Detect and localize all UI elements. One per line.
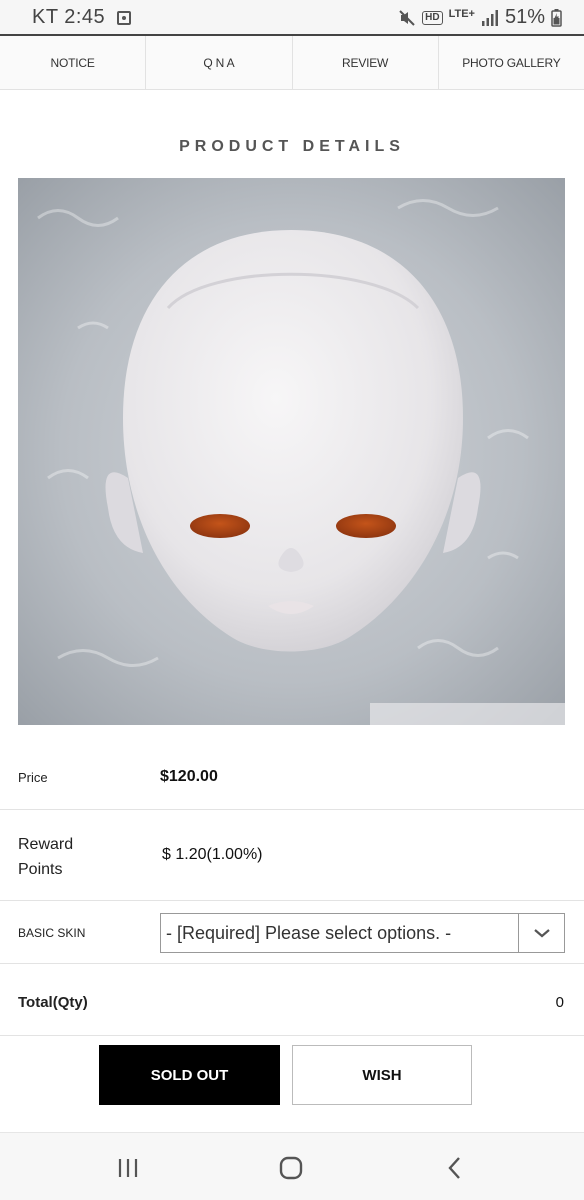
- product-tabs: NOTICE Q N A REVIEW PHOTO GALLERY: [0, 36, 584, 90]
- price-label: Price: [18, 770, 48, 785]
- tab-review[interactable]: REVIEW: [293, 36, 439, 89]
- mute-icon: [398, 9, 416, 27]
- reward-points-row: Reward Points $ 1.20(1.00%): [0, 810, 584, 901]
- status-left: KT 2:45: [32, 6, 132, 29]
- home-icon[interactable]: [276, 1153, 306, 1183]
- option-selected-value: - [Required] Please select options. -: [166, 922, 452, 943]
- hd-icon: HD: [422, 10, 443, 25]
- back-icon[interactable]: [440, 1153, 470, 1183]
- option-select[interactable]: - [Required] Please select options. -: [160, 913, 565, 953]
- total-value: 0: [555, 994, 564, 1011]
- product-image: [18, 178, 565, 725]
- signal-icon: [481, 9, 499, 26]
- price-value: $120.00: [160, 768, 218, 785]
- total-row: Total(Qty) 0: [0, 964, 584, 1036]
- lte-icon: LTE+: [448, 7, 475, 20]
- total-label: Total(Qty): [18, 994, 88, 1011]
- status-bar: KT 2:45 HD LTE+ 51%: [0, 0, 584, 36]
- notification-icon: [117, 10, 132, 25]
- recent-apps-icon[interactable]: [113, 1153, 143, 1183]
- battery-percentage: 51%: [504, 6, 545, 28]
- price-row: Price $120.00: [0, 745, 584, 810]
- reward-points-label: Reward Points: [18, 836, 74, 878]
- wish-button[interactable]: WISH: [292, 1045, 472, 1105]
- option-label: BASIC SKIN: [18, 926, 86, 940]
- sold-out-button[interactable]: SOLD OUT: [99, 1045, 280, 1105]
- page-title: PRODUCT DETAILS: [179, 138, 405, 155]
- option-row: BASIC SKIN - [Required] Please select op…: [0, 901, 584, 964]
- carrier-time: KT 2:45: [32, 6, 106, 28]
- chevron-down-icon[interactable]: [518, 914, 564, 952]
- tab-qna[interactable]: Q N A: [146, 36, 293, 89]
- tab-photo-gallery[interactable]: PHOTO GALLERY: [439, 36, 584, 89]
- battery-icon: [551, 8, 562, 27]
- reward-points-value: $ 1.20(1.00%): [162, 846, 263, 863]
- status-right: HD LTE+ 51%: [398, 6, 562, 29]
- tab-notice[interactable]: NOTICE: [0, 36, 147, 89]
- navigation-bar: [0, 1132, 584, 1200]
